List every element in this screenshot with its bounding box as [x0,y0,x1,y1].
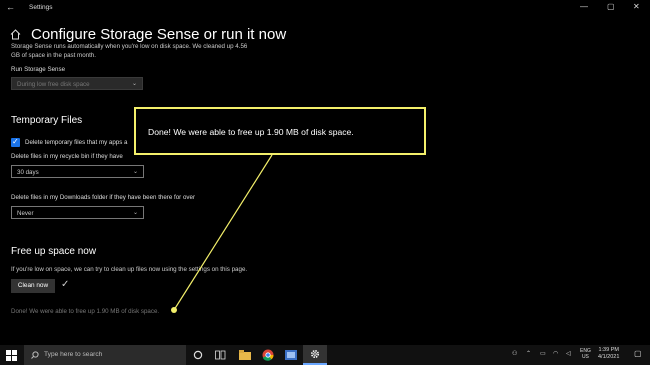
chrome-icon[interactable] [262,349,274,361]
search-icon [31,351,39,359]
search-placeholder: Type here to search [44,351,103,358]
language-indicator[interactable]: ENG US [580,348,591,360]
callout-text: Done! We were able to free up 1.90 MB of… [148,127,354,137]
network-icon[interactable]: ◠ [553,350,558,357]
windows-start-icon[interactable] [6,350,17,361]
volume-icon[interactable]: ◁ [566,350,571,357]
callout-leader-line [171,154,273,313]
file-explorer-icon[interactable] [239,350,251,360]
task-view-icon[interactable] [215,350,226,360]
battery-icon[interactable]: ▭ [540,350,546,357]
chevron-up-icon[interactable]: ⌃ [526,350,531,357]
clock-date: 4/1/2021 [598,354,620,360]
callout-box: Done! We were able to free up 1.90 MB of… [134,107,426,155]
taskbar: Type here to search ⚇ ⌃ ▭ ◠ ◁ ENG US 1:3… [0,345,650,365]
app-icon[interactable] [285,349,297,361]
settings-taskbar-button[interactable] [303,345,327,365]
cortana-icon[interactable] [193,350,203,360]
taskbar-search-box[interactable]: Type here to search [24,345,186,365]
clock[interactable]: 1:39 PM 4/1/2021 [598,347,619,361]
region-code: US [581,354,589,360]
gear-icon [310,349,320,359]
notification-icon[interactable]: ▢ [634,349,642,358]
clock-time: 1:39 PM [598,347,619,353]
people-icon[interactable]: ⚇ [512,350,517,357]
